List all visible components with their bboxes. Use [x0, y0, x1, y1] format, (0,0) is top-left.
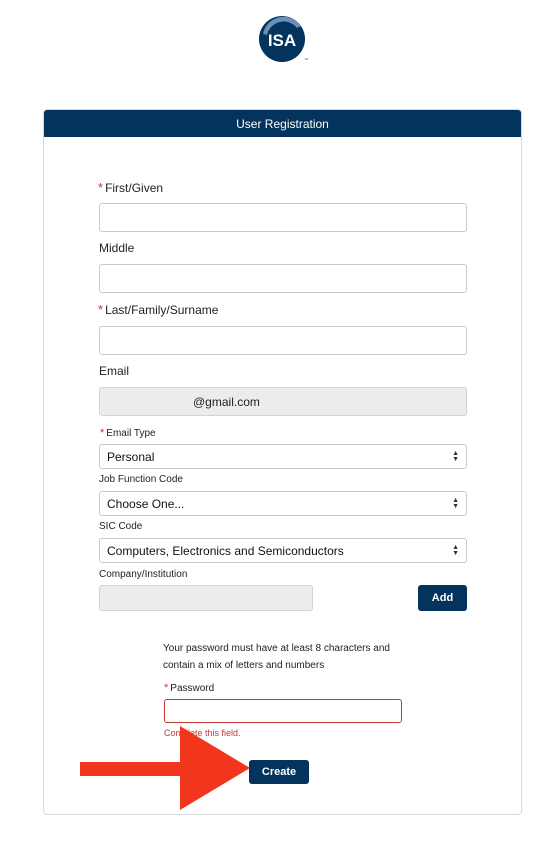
up-down-arrows-icon: ▲ ▼: [452, 496, 459, 510]
svg-text:™: ™: [304, 57, 308, 62]
svg-text:ISA: ISA: [268, 31, 296, 50]
registration-card: User Registration * First/Given Middle * L…: [43, 109, 522, 815]
add-company-button[interactable]: Add: [418, 585, 467, 611]
middle-name-input[interactable]: [99, 264, 467, 293]
first-name-label: * First/Given: [98, 180, 163, 195]
sic-code-select[interactable]: Computers, Electronics and Semiconductor…: [99, 538, 467, 563]
password-hint-line1: Your password must have at least 8 chara…: [163, 643, 390, 654]
last-name-input[interactable]: [99, 326, 467, 355]
password-label-text: Password: [170, 683, 215, 694]
password-label: * Password: [164, 682, 214, 694]
password-hint-line2: contain a mix of letters and numbers: [163, 660, 325, 671]
card-header: User Registration: [44, 110, 521, 137]
email-type-label-text: Email Type: [106, 428, 156, 439]
company-input[interactable]: [99, 585, 313, 611]
first-name-input[interactable]: [99, 203, 467, 232]
password-input[interactable]: [164, 699, 402, 723]
first-name-label-text: First/Given: [105, 181, 164, 195]
create-button[interactable]: Create: [249, 760, 309, 784]
email-field[interactable]: @gmail.com: [99, 387, 467, 416]
job-function-select[interactable]: Choose One... ▲ ▼: [99, 491, 467, 516]
email-type-label: * Email Type: [100, 427, 156, 439]
email-type-select[interactable]: Personal ▲ ▼: [99, 444, 467, 469]
required-marker: *: [98, 302, 104, 317]
last-name-label-text: Last/Family/Surname: [105, 303, 219, 317]
middle-name-label: Middle: [99, 241, 135, 255]
sic-code-value: Computers, Electronics and Semiconductor…: [107, 543, 344, 558]
email-label: Email: [99, 364, 130, 378]
sic-code-label: SIC Code: [99, 521, 143, 532]
required-marker: *: [100, 427, 105, 439]
last-name-label: * Last/Family/Surname: [98, 302, 218, 317]
red-arrow-annotation: [80, 726, 250, 810]
required-marker: *: [164, 682, 169, 694]
up-down-arrows-icon: ▲ ▼: [452, 449, 459, 463]
company-label: Company/Institution: [99, 569, 188, 580]
required-marker: *: [98, 180, 104, 195]
email-type-value: Personal: [107, 449, 155, 464]
isa-logo: ISA ™: [257, 14, 309, 64]
up-down-arrows-icon: ▲ ▼: [452, 543, 459, 557]
password-hint: Your password must have at least 8 chara…: [163, 640, 390, 674]
job-function-label: Job Function Code: [99, 474, 183, 485]
job-function-value: Choose One...: [107, 496, 185, 511]
